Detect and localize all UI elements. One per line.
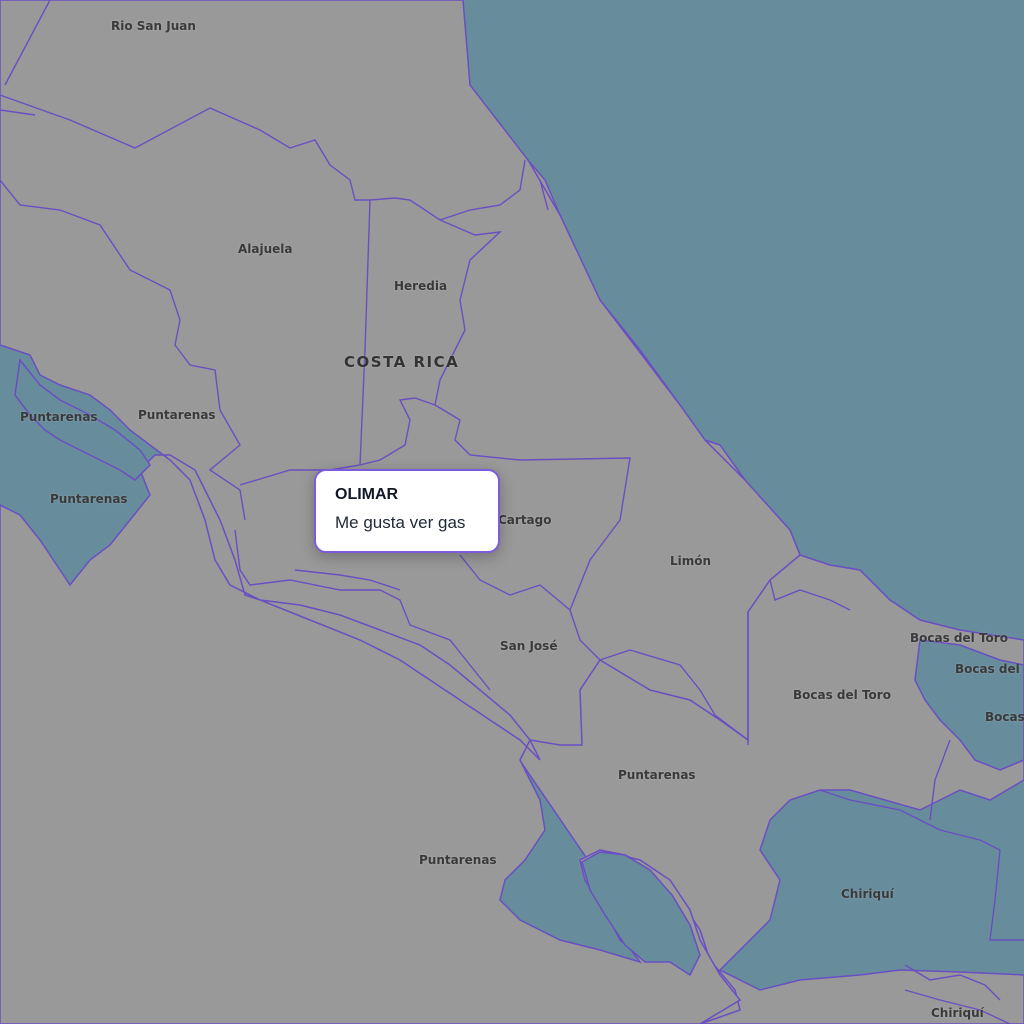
label-puntarenas-4: Puntarenas — [618, 768, 696, 782]
label-puntarenas-1: Puntarenas — [20, 410, 98, 424]
label-chiriqui-2: Chiriquí — [931, 1006, 984, 1020]
label-puntarenas-2: Puntarenas — [138, 408, 216, 422]
map-popup[interactable]: OLIMAR Me gusta ver gas — [314, 469, 500, 553]
label-chiriqui-1: Chiriquí — [841, 887, 894, 901]
label-heredia: Heredia — [394, 279, 448, 293]
label-alajuela: Alajuela — [238, 242, 293, 256]
label-cartago: Cartago — [498, 513, 552, 527]
map-canvas[interactable]: Rio San Juan Alajuela Heredia COSTA RICA… — [0, 0, 1024, 1024]
label-country: COSTA RICA — [344, 353, 460, 371]
label-bocas-del-toro-1: Bocas del Toro — [910, 631, 1008, 645]
label-bocas: Bocas — [985, 710, 1024, 724]
popup-text: Me gusta ver gas — [335, 513, 466, 532]
label-puntarenas-5: Puntarenas — [419, 853, 497, 867]
label-bocas-del-toro-3: Bocas del T — [955, 662, 1024, 676]
label-bocas-del-toro-2: Bocas del Toro — [793, 688, 891, 702]
label-limon: Limón — [670, 554, 712, 568]
popup-title: OLIMAR — [335, 486, 399, 503]
label-puntarenas-3: Puntarenas — [50, 492, 128, 506]
label-san-jose: San José — [500, 639, 558, 653]
label-rio-san-juan: Rio San Juan — [111, 19, 196, 33]
map-base — [0, 0, 1024, 1024]
